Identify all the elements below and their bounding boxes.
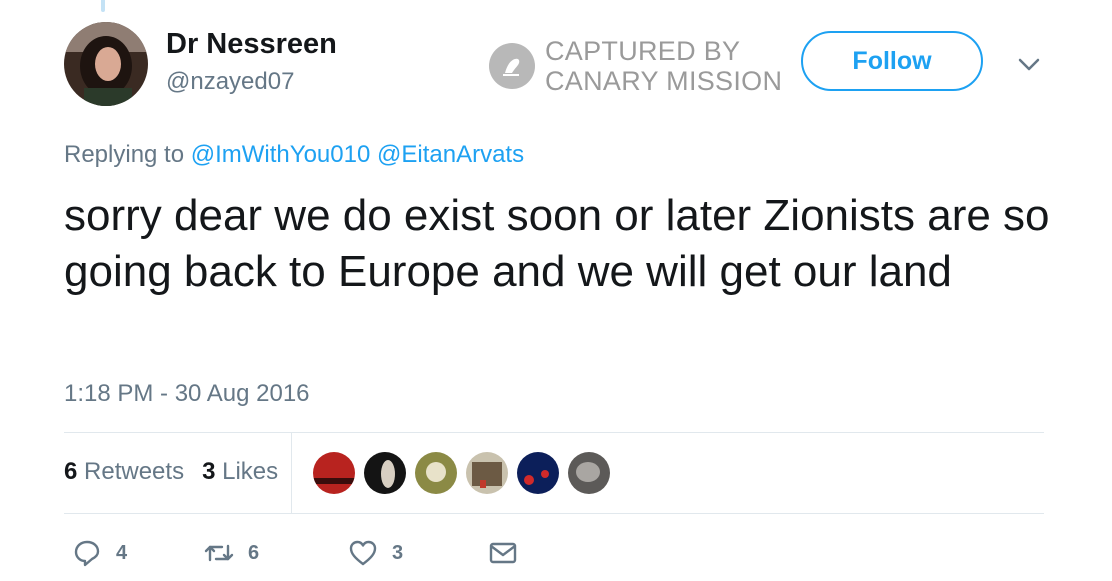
likes-label: Likes: [222, 458, 279, 485]
divider: [64, 513, 1044, 514]
divider: [64, 432, 1044, 433]
thread-connector-line: [101, 0, 105, 12]
heart-icon: [349, 540, 377, 566]
envelope-icon: [489, 542, 517, 564]
author-handle[interactable]: @nzayed07: [166, 68, 294, 96]
replying-to-line: Replying to @ImWithYou010 @EitanArvats: [64, 141, 524, 169]
reply-icon: [74, 540, 100, 567]
liker-avatar[interactable]: [568, 452, 610, 494]
author-display-name[interactable]: Dr Nessreen: [166, 28, 337, 61]
tweet-timestamp[interactable]: 1:18 PM - 30 Aug 2016: [64, 380, 310, 408]
canary-mission-watermark: CAPTURED BY CANARY MISSION: [489, 36, 782, 96]
watermark-line-1: CAPTURED BY: [545, 36, 741, 66]
author-avatar[interactable]: [64, 22, 148, 106]
reply-action[interactable]: 4: [72, 538, 127, 568]
liker-avatar[interactable]: [517, 452, 559, 494]
like-action[interactable]: 3: [348, 538, 403, 568]
liker-avatar[interactable]: [313, 452, 355, 494]
retweets-label: Retweets: [84, 458, 185, 485]
canary-bird-icon: [489, 43, 535, 89]
reply-count: 4: [116, 541, 128, 564]
direct-message-action[interactable]: [488, 538, 518, 568]
likes-stat[interactable]: 3 Likes: [202, 458, 278, 486]
follow-button[interactable]: Follow: [801, 31, 983, 91]
liker-avatar[interactable]: [466, 452, 508, 494]
replying-to-label: Replying to: [64, 141, 185, 168]
tweet-text: sorry dear we do exist soon or later Zio…: [64, 191, 1050, 296]
retweet-icon: [204, 544, 234, 562]
tweet-stats: 6 Retweets 3 Likes: [64, 458, 296, 486]
chevron-down-icon[interactable]: [1015, 50, 1043, 78]
reply-mention-link[interactable]: @ImWithYou010: [191, 141, 371, 168]
retweets-stat[interactable]: 6 Retweets: [64, 458, 184, 486]
liker-avatar[interactable]: [364, 452, 406, 494]
watermark-line-2: CANARY MISSION: [545, 66, 783, 96]
retweet-action[interactable]: 6: [204, 538, 259, 568]
likes-count: 3: [202, 458, 216, 485]
retweets-count: 6: [64, 458, 78, 485]
tweet-actions: 4 6 3: [64, 538, 584, 574]
reply-mention-link[interactable]: @EitanArvats: [377, 141, 524, 168]
retweet-count: 6: [248, 541, 260, 564]
like-count: 3: [392, 541, 404, 564]
liker-avatar[interactable]: [415, 452, 457, 494]
liker-avatars: [313, 452, 619, 494]
